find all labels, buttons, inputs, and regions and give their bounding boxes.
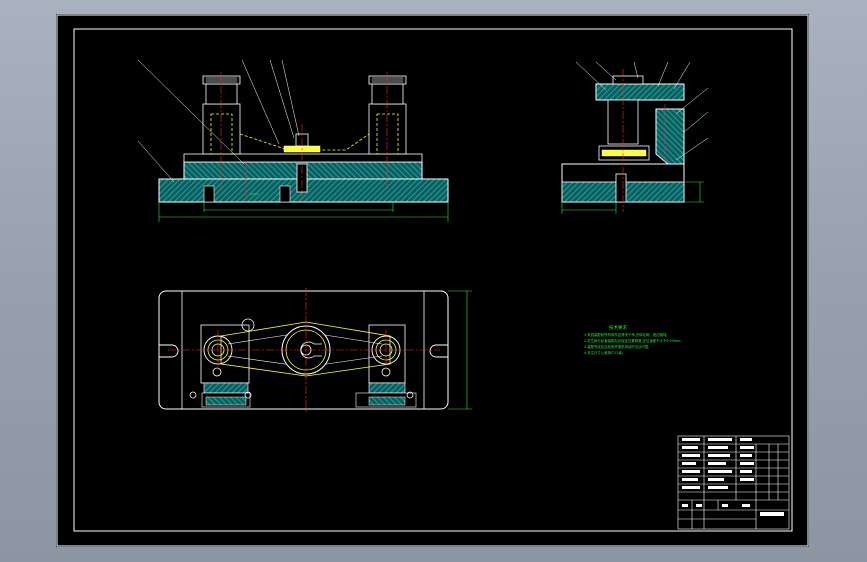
side-view xyxy=(561,61,709,214)
technical-note-line: 4.未注尺寸公差按IT12级。 xyxy=(584,351,626,355)
drawing-sheet: 技术要求 1.夹具装配前所有零件应清洗干净,去除毛刺、锐边倒钝; 2.定位销与钻… xyxy=(56,14,809,547)
top-view xyxy=(158,288,472,412)
front-view xyxy=(137,59,449,222)
outer-frame xyxy=(56,14,809,547)
cad-drawing xyxy=(56,14,809,547)
technical-notes: 技术要求 1.夹具装配前所有零件应清洗干净,去除毛刺、锐边倒钝; 2.定位销与钻… xyxy=(584,326,704,356)
